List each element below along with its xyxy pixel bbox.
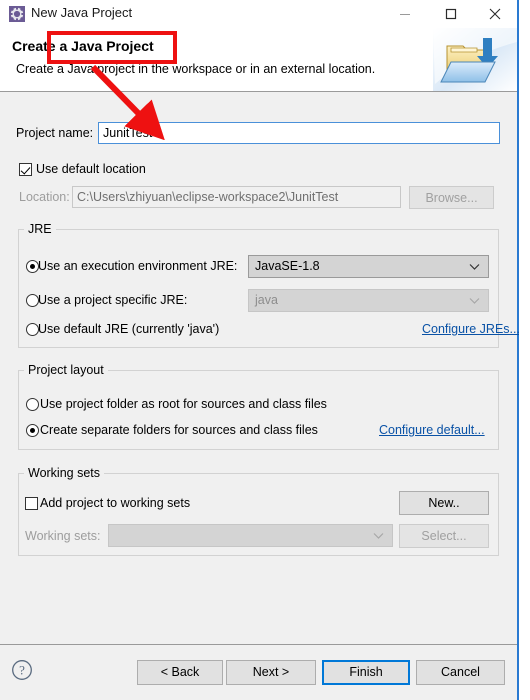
add-to-working-sets-checkbox[interactable] xyxy=(25,497,38,510)
back-button[interactable]: < Back xyxy=(137,660,223,685)
configure-jres-link[interactable]: Configure JREs... xyxy=(422,322,520,336)
project-name-label: Project name: xyxy=(16,126,94,140)
use-default-location-checkbox[interactable] xyxy=(19,163,32,176)
chevron-down-icon xyxy=(469,290,480,311)
layout-separate-folders-radio[interactable] xyxy=(26,424,39,437)
minimize-icon xyxy=(399,14,410,15)
project-name-input[interactable]: JunitTest xyxy=(98,122,500,144)
project-layout-group-title: Project layout xyxy=(24,363,108,377)
working-sets-combo[interactable] xyxy=(108,524,393,547)
footer-separator xyxy=(0,644,517,645)
layout-project-folder-root-label: Use project folder as root for sources a… xyxy=(40,397,327,411)
window-title: New Java Project xyxy=(31,5,133,20)
title-bar: New Java Project xyxy=(0,0,517,28)
outside-window-area xyxy=(519,0,530,700)
working-sets-combo-label: Working sets: xyxy=(25,529,101,543)
add-to-working-sets-label: Add project to working sets xyxy=(40,496,191,510)
project-specific-jre-combo[interactable]: java xyxy=(248,289,489,312)
maximize-button[interactable] xyxy=(428,0,473,28)
jre-execution-environment-label: Use an execution environment JRE: xyxy=(38,259,238,273)
browse-button[interactable]: Browse... xyxy=(409,186,494,209)
location-label: Location: xyxy=(19,190,70,204)
select-working-set-button[interactable]: Select... xyxy=(399,524,489,548)
chevron-down-icon xyxy=(373,525,384,546)
project-specific-jre-value: java xyxy=(255,293,278,307)
minimize-button[interactable] xyxy=(382,0,427,28)
page-description: Create a Java project in the workspace o… xyxy=(16,62,376,76)
help-question-icon[interactable]: ? xyxy=(11,659,33,681)
working-sets-group-title: Working sets xyxy=(24,466,105,480)
jre-default-label: Use default JRE (currently 'java') xyxy=(38,322,220,336)
layout-project-folder-root-radio[interactable] xyxy=(26,398,39,411)
cancel-button[interactable]: Cancel xyxy=(416,660,505,685)
new-java-project-banner-icon xyxy=(433,28,517,91)
close-button[interactable] xyxy=(472,0,517,28)
jre-group-title: JRE xyxy=(24,222,56,236)
execution-environment-value: JavaSE-1.8 xyxy=(255,259,320,273)
layout-separate-folders-label: Create separate folders for sources and … xyxy=(40,423,318,437)
wizard-header: Create a Java Project Create a Java proj… xyxy=(0,28,517,92)
execution-environment-combo[interactable]: JavaSE-1.8 xyxy=(248,255,489,278)
finish-button[interactable]: Finish xyxy=(322,660,410,685)
close-icon xyxy=(489,8,500,20)
configure-default-link[interactable]: Configure default... xyxy=(379,423,485,437)
location-input[interactable]: C:\Users\zhiyuan\eclipse-workspace2\Juni… xyxy=(72,186,401,208)
page-title: Create a Java Project xyxy=(12,38,154,54)
chevron-down-icon xyxy=(469,256,480,277)
use-default-location-label: Use default location xyxy=(36,162,146,176)
jre-project-specific-label: Use a project specific JRE: xyxy=(38,293,188,307)
page-title-prefix: Create a xyxy=(12,38,68,54)
java-project-wizard-icon xyxy=(9,6,25,22)
svg-text:?: ? xyxy=(19,663,25,678)
next-button[interactable]: Next > xyxy=(226,660,316,685)
maximize-icon xyxy=(445,8,456,20)
new-java-project-dialog: New Java Project Create a Java Project C… xyxy=(0,0,520,700)
new-working-set-button[interactable]: New.. xyxy=(399,491,489,515)
page-title-highlight: Java Project xyxy=(71,38,154,54)
